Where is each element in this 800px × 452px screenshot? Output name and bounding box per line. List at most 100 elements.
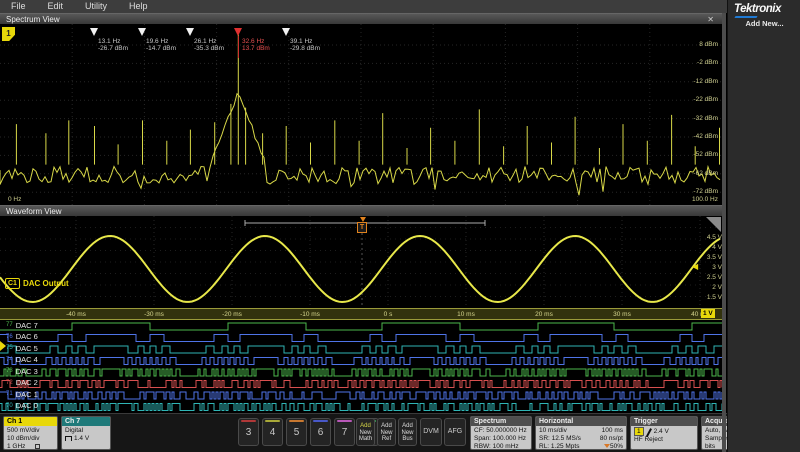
marker-readout-1: 13.1 Hz-26.7 dBm xyxy=(98,38,128,52)
spectrum-view-title: Spectrum View xyxy=(6,14,60,24)
horizontal-setting-line: 10 ms/div100 ms xyxy=(539,427,623,435)
spectrum-setting-line: RBW: 100 mHz xyxy=(474,443,528,450)
main-scrollbar[interactable] xyxy=(722,13,726,452)
trigger-flag-icon[interactable]: T xyxy=(357,222,367,233)
scale-box-label: 1 V xyxy=(701,309,715,318)
peak-marker-icon[interactable] xyxy=(90,28,98,36)
digital-row-label[interactable]: 73DAC 3 xyxy=(6,368,38,376)
waveform-y-label: 4.5 V xyxy=(692,234,722,241)
peak-marker-icon[interactable] xyxy=(138,28,146,36)
digital-bit-tag: 77 xyxy=(6,322,13,329)
marker-readout-4: 32.6 Hz13.7 dBm xyxy=(242,38,270,52)
tekscope-app: FileEditUtilityHelp Spectrum View ✕ 1 13… xyxy=(0,0,800,452)
channel-button-7[interactable]: 7 xyxy=(334,418,355,446)
ch1-setting-line: 500 mV/div xyxy=(7,427,54,435)
time-axis-label: -10 ms xyxy=(300,311,320,318)
peak-marker-icon[interactable] xyxy=(282,28,290,36)
horizontal-setting-line: SR: 12.5 MS/s80 ns/pt xyxy=(539,435,623,443)
marker-readout-5: 39.1 Hz-29.8 dBm xyxy=(290,38,320,52)
menu-file[interactable]: File xyxy=(0,0,37,13)
menu-utility[interactable]: Utility xyxy=(74,0,118,13)
add-new-bus-button[interactable]: AddNewBus xyxy=(398,418,417,446)
ch7-badge[interactable]: Ch 7 Digital 1.4 V xyxy=(61,416,111,450)
panel-resize-handle[interactable] xyxy=(706,217,721,232)
menu-help[interactable]: Help xyxy=(118,0,159,13)
digital-row-label[interactable]: 70DAC 0 xyxy=(6,402,38,410)
digital-row-label[interactable]: 77DAC 7 xyxy=(6,322,38,330)
reference-marker-line xyxy=(238,36,239,58)
trigger-badge[interactable]: Trigger 1 2.4 V HF Reject xyxy=(630,416,698,450)
ch7-mode-label: Digital xyxy=(65,427,107,435)
spectrum-y-label: -72 dBm xyxy=(688,188,718,195)
digital-bit-tag: 71 xyxy=(6,391,13,398)
channel-name: DAC Output xyxy=(23,279,69,288)
digital-bit-name: DAC 1 xyxy=(16,391,38,399)
horizontal-badge[interactable]: Horizontal 10 ms/div100 msSR: 12.5 MS/s8… xyxy=(535,416,627,450)
digital-bit-tag: 74 xyxy=(6,357,13,364)
spectrum-view-header[interactable]: Spectrum View ✕ xyxy=(0,13,722,24)
digital-bit-name: DAC 5 xyxy=(16,345,38,353)
channel-button-3[interactable]: 3 xyxy=(238,418,259,446)
logic-threshold-icon xyxy=(65,436,72,441)
channel-source-label[interactable]: C1 DAC Output xyxy=(5,278,69,289)
channel-button-4[interactable]: 4 xyxy=(262,418,283,446)
right-sidebar: Tektronix Add New... CursorsCalloutMeasu… xyxy=(727,0,800,452)
channel-button-5[interactable]: 5 xyxy=(286,418,307,446)
spectrum-y-label: -22 dBm xyxy=(688,96,718,103)
digital-row-label[interactable]: 75DAC 5 xyxy=(6,345,38,353)
spectrum-setting-line: Span: 100.000 Hz xyxy=(474,435,528,443)
spectrum-y-label: -2 dBm xyxy=(688,59,718,66)
waveform-view-header[interactable]: Waveform View xyxy=(0,205,722,216)
digital-bit-name: DAC 3 xyxy=(16,368,38,376)
peak-marker-icon[interactable] xyxy=(186,28,194,36)
waveform-y-label: 1.5 V xyxy=(692,294,722,301)
dvm-button[interactable]: DVM xyxy=(420,418,442,446)
digital-row-label[interactable]: 76DAC 6 xyxy=(6,333,38,341)
digital-row-label[interactable]: 74DAC 4 xyxy=(6,356,38,364)
digital-group-marker-icon[interactable] xyxy=(0,341,6,351)
spectrum-setting-line: CF: 50.000000 Hz xyxy=(474,427,528,435)
marker-readout-3: 26.1 Hz-35.3 dBm xyxy=(194,38,224,52)
menu-edit[interactable]: Edit xyxy=(37,0,75,13)
spectrum-y-label: -52 dBm xyxy=(688,151,718,158)
ch1-badge-title: Ch 1 xyxy=(4,417,57,426)
spectrum-y-label: -32 dBm xyxy=(688,115,718,122)
digital-bit-name: DAC 6 xyxy=(16,333,38,341)
afg-button[interactable]: AFG xyxy=(444,418,466,446)
add-new-label: Add New... xyxy=(728,19,800,28)
digital-row-label[interactable]: 71DAC 1 xyxy=(6,391,38,399)
ch1-badge[interactable]: Ch 1 500 mV/div10 dBm/div1 GHz xyxy=(3,416,58,450)
spectrum-x-end-label: 100.0 Hz xyxy=(680,196,718,203)
trigger-mode: HF Reject xyxy=(634,436,694,444)
digital-bit-name: DAC 4 xyxy=(16,356,38,364)
digital-bit-tag: 75 xyxy=(6,345,13,352)
bottom-bar: Ch 1 500 mV/div10 dBm/div1 GHz Ch 7 Digi… xyxy=(0,413,800,452)
marker-readout-2: 19.6 Hz-14.7 dBm xyxy=(146,38,176,52)
trigger-badge-title: Trigger xyxy=(631,417,697,426)
spectrum-x-start-label: 0 Hz xyxy=(8,196,21,203)
add-new-math-button[interactable]: AddNewMath xyxy=(356,418,375,446)
time-axis-label: 20 ms xyxy=(535,311,553,318)
waveform-y-label: 2 V xyxy=(692,284,722,291)
spectrum-y-label: -12 dBm xyxy=(688,78,718,85)
channel-button-6[interactable]: 6 xyxy=(310,418,331,446)
trigger-slope-icon xyxy=(646,428,652,436)
digital-bit-tag: 73 xyxy=(6,368,13,375)
trigger-source-badge: 1 xyxy=(634,427,644,436)
close-icon[interactable]: ✕ xyxy=(707,14,722,24)
digital-bit-tag: 72 xyxy=(6,380,13,387)
waveform-y-label: 2.5 V xyxy=(692,274,722,281)
waveform-view-title: Waveform View xyxy=(6,206,62,216)
spectrum-badge[interactable]: Spectrum CF: 50.000000 HzSpan: 100.000 H… xyxy=(470,416,532,450)
digital-bit-name: DAC 0 xyxy=(16,402,38,410)
ch7-threshold: 1.4 V xyxy=(65,435,107,443)
spectrum-y-label: -42 dBm xyxy=(688,133,718,140)
digital-row-label[interactable]: 72DAC 2 xyxy=(6,379,38,387)
ch1-setting-line: 10 dBm/div xyxy=(7,435,54,443)
waveform-y-label: 3.5 V xyxy=(692,254,722,261)
tektronix-logo: Tektronix xyxy=(734,3,781,15)
reference-marker-icon[interactable] xyxy=(234,28,242,36)
digital-traces xyxy=(0,320,722,413)
digital-bit-tag: 76 xyxy=(6,334,13,341)
add-new-ref-button[interactable]: AddNewRef xyxy=(377,418,396,446)
